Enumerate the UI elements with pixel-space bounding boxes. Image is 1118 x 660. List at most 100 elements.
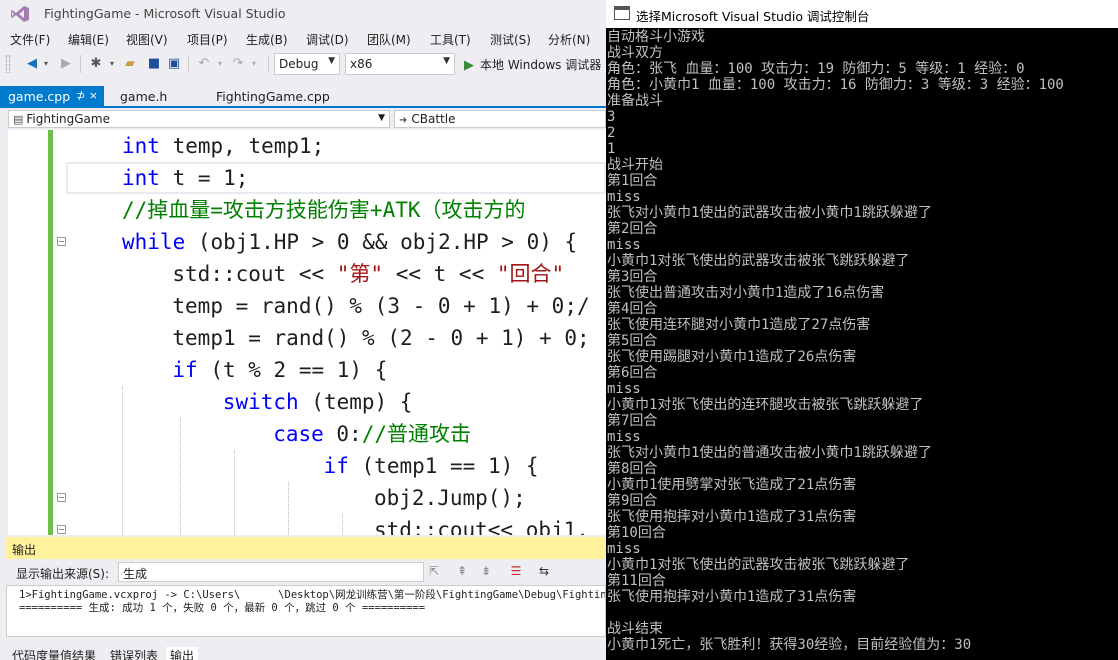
console-line: miss bbox=[607, 429, 641, 445]
code-line: while (obj1.HP > 0 && obj2.HP > 0) { bbox=[122, 226, 577, 258]
navigation-bar: ▤ FightingGame ▼ ➜ CBattle bbox=[0, 109, 606, 129]
vs-title-bar: FightingGame - Microsoft Visual Studio bbox=[0, 0, 606, 28]
menu-test[interactable]: 测试(S) bbox=[490, 31, 531, 48]
toolbar-grip[interactable] bbox=[6, 55, 10, 73]
new-dropdown-icon[interactable]: ▾ bbox=[104, 56, 120, 72]
word-wrap-icon[interactable]: ⇆ bbox=[536, 564, 552, 580]
output-source-label: 显示输出来源(S): bbox=[16, 567, 110, 581]
code-line: int temp, temp1; bbox=[122, 130, 324, 162]
visual-studio-window: FightingGame - Microsoft Visual Studio 文… bbox=[0, 0, 606, 660]
menu-view[interactable]: 视图(V) bbox=[126, 31, 168, 48]
undo-icon[interactable]: ↶ bbox=[196, 56, 212, 72]
editor-margin bbox=[0, 130, 8, 535]
find-message-icon[interactable]: ⇱ bbox=[426, 564, 442, 580]
save-icon[interactable]: ■ bbox=[146, 56, 162, 72]
save-all-icon[interactable]: ▣ bbox=[166, 56, 182, 72]
code-keyword: while bbox=[122, 230, 186, 254]
debug-console-window: 选择Microsoft Visual Studio 调试控制台 自动格斗小游戏战… bbox=[606, 0, 1118, 660]
output-line: ========== 生成: 成功 1 个，失败 0 个，最新 0 个，跳过 0… bbox=[19, 602, 426, 614]
redo-icon[interactable]: ↷ bbox=[230, 56, 246, 72]
code-keyword: if bbox=[172, 358, 198, 382]
collapse-icon[interactable]: − bbox=[57, 525, 66, 534]
menu-debug[interactable]: 调试(D) bbox=[306, 31, 349, 48]
indent-guide bbox=[122, 386, 123, 535]
solution-configuration-select[interactable]: Debug ▼ bbox=[274, 53, 340, 75]
code-text: temp = rand() % (3 - 0 + 1) + 0;/ bbox=[172, 294, 590, 318]
output-source-select[interactable]: 生成 bbox=[118, 562, 424, 582]
tab-output[interactable]: 输出 bbox=[166, 647, 199, 660]
code-line: temp1 = rand() % (2 - 0 + 1) + 0; bbox=[172, 322, 589, 354]
code-text: std::cout<< obj1. bbox=[374, 518, 589, 535]
code-line: int t = 1; bbox=[122, 162, 248, 194]
console-output[interactable]: 自动格斗小游戏 战斗双方 角色：张飞 血量：100 攻击力：19 防御力：5 等级：… bbox=[607, 29, 1117, 660]
output-text[interactable]: 1>FightingGame.vcxproj -> C:\Users\ \Des… bbox=[6, 585, 606, 637]
collapse-icon[interactable]: − bbox=[57, 493, 66, 502]
code-line: std::cout<< obj1. bbox=[374, 514, 589, 535]
solution-platform-select[interactable]: x86 ▼ bbox=[345, 53, 455, 75]
console-line: 角色：小黄巾1 血量：100 攻击力：16 防御力：3 等级：3 经验：100 bbox=[607, 77, 1064, 93]
collapse-icon[interactable]: − bbox=[57, 237, 66, 246]
new-project-icon[interactable]: ✱ bbox=[88, 56, 104, 72]
code-comment: //普通攻击 bbox=[361, 422, 471, 446]
menu-edit[interactable]: 编辑(E) bbox=[68, 31, 109, 48]
indent-guide bbox=[342, 514, 343, 535]
output-panel: 输出 显示输出来源(S): 生成 ⇱ ⇞ ⇟ ☰ ⇆ 1>FightingGam… bbox=[0, 535, 606, 660]
console-line: miss bbox=[607, 381, 641, 397]
next-message-icon[interactable]: ⇟ bbox=[478, 564, 494, 580]
standard-toolbar: ◀ ▾ ▶ ✱ ▾ ▰ ■ ▣ ↶ ▾ ↷ ▾ Debug ▼ x86 ▼ ▶ 本… bbox=[0, 50, 606, 78]
output-toolbar: 显示输出来源(S): 生成 ⇱ ⇞ ⇟ ☰ ⇆ bbox=[6, 561, 606, 583]
console-line: 战斗结束 bbox=[607, 621, 663, 637]
code-line: obj2.Jump(); bbox=[374, 482, 526, 514]
play-icon: ▶ bbox=[464, 58, 474, 73]
code-editor[interactable]: − − − int temp, temp1; int t = 1;//掉血量=攻击… bbox=[0, 130, 606, 535]
code-text: std::cout << bbox=[172, 262, 337, 286]
toolbar-separator bbox=[80, 55, 81, 73]
menu-analyze[interactable]: 分析(N) bbox=[548, 31, 590, 48]
tab-game-h[interactable]: game.h bbox=[112, 86, 175, 106]
code-line: if (t % 2 == 1) { bbox=[172, 354, 387, 386]
code-line: //掉血量=攻击方技能伤害+ATK（攻击方的 bbox=[122, 194, 526, 226]
console-title-bar: 选择Microsoft Visual Studio 调试控制台 bbox=[606, 0, 1118, 28]
console-line: 准备战斗 bbox=[607, 93, 663, 109]
tab-label: game.cpp bbox=[8, 89, 71, 104]
tab-fightinggame-cpp[interactable]: FightingGame.cpp bbox=[208, 86, 338, 106]
open-folder-icon[interactable]: ▰ bbox=[122, 56, 138, 72]
chevron-down-icon: ▼ bbox=[378, 113, 385, 123]
tab-error-list[interactable]: 错误列表 bbox=[110, 647, 158, 660]
code-line: std::cout << "第" << t << "回合" bbox=[172, 258, 564, 290]
pin-close-icon[interactable]: ⊅ × bbox=[76, 89, 98, 102]
code-line: switch (temp) { bbox=[223, 386, 413, 418]
console-line: 张飞使用连环腿对小黄巾1造成了27点伤害 bbox=[607, 317, 871, 333]
start-debugging-button[interactable]: ▶ 本地 Windows 调试器 bbox=[464, 56, 601, 73]
run-label: 本地 Windows 调试器 bbox=[480, 58, 602, 72]
project-dropdown[interactable]: ▤ FightingGame ▼ bbox=[8, 110, 390, 128]
menu-file[interactable]: 文件(F) bbox=[10, 31, 50, 48]
console-line: 张飞使用抱摔对小黄巾1造成了31点伤害 bbox=[607, 589, 857, 605]
forward-icon[interactable]: ▶ bbox=[58, 56, 74, 72]
back-dropdown-icon[interactable]: ▾ bbox=[38, 56, 54, 72]
menu-team[interactable]: 团队(M) bbox=[367, 31, 411, 48]
tab-code-metrics[interactable]: 代码度量值结果 bbox=[12, 647, 96, 660]
scope-dropdown[interactable]: ➜ CBattle bbox=[394, 110, 606, 128]
indent-guide bbox=[288, 482, 289, 535]
menu-build[interactable]: 生成(B) bbox=[246, 31, 288, 48]
code-text: obj2.Jump(); bbox=[374, 486, 526, 510]
console-line: miss bbox=[607, 237, 641, 253]
code-text: << t << bbox=[383, 262, 497, 286]
clear-all-icon[interactable]: ☰ bbox=[508, 564, 524, 580]
menu-project[interactable]: 项目(P) bbox=[187, 31, 228, 48]
undo-dropdown-icon[interactable]: ▾ bbox=[212, 56, 228, 72]
code-text: (t % 2 == 1) { bbox=[197, 358, 388, 382]
console-line: 张飞对小黄巾1使出的武器攻击被小黄巾1跳跃躲避了 bbox=[607, 205, 932, 221]
indent-guide bbox=[180, 418, 181, 535]
console-line: 1 bbox=[607, 141, 616, 157]
project-icon: ▤ bbox=[13, 113, 24, 126]
menu-tools[interactable]: 工具(T) bbox=[430, 31, 471, 48]
redo-dropdown-icon[interactable]: ▾ bbox=[246, 56, 262, 72]
console-line: 2 bbox=[607, 125, 616, 141]
tab-game-cpp[interactable]: game.cpp ⊅ × bbox=[0, 86, 104, 106]
console-line: 小黄巾1对张飞使出的连环腿攻击被张飞跳跃躲避了 bbox=[607, 397, 924, 413]
previous-message-icon[interactable]: ⇞ bbox=[454, 564, 470, 580]
tab-label: FightingGame.cpp bbox=[216, 89, 330, 104]
console-line: 角色：张飞 血量：100 攻击力：19 防御力：5 等级：1 经验：0 bbox=[607, 61, 1025, 77]
